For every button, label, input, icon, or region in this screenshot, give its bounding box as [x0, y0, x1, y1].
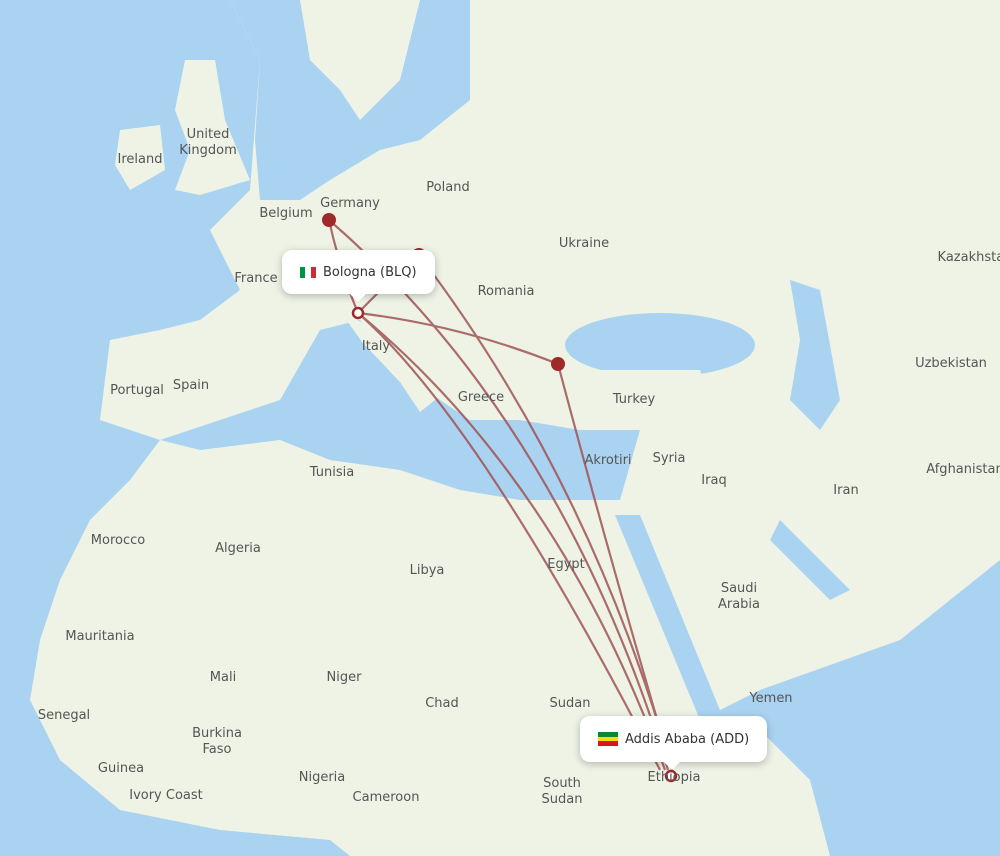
origin-marker[interactable]: [351, 306, 365, 320]
country-label: Tunisia: [309, 465, 355, 480]
country-label: Portugal: [110, 383, 164, 398]
airport-marker-istanbul[interactable]: [551, 357, 565, 371]
country-label: Poland: [426, 180, 470, 195]
country-label: Ethiopia: [647, 770, 701, 785]
country-label: Uzbekistan: [915, 356, 987, 371]
country-label: Belgium: [259, 206, 313, 221]
country-label: Iraq: [701, 473, 727, 488]
country-label: Burkina Faso: [192, 726, 242, 757]
country-label: Nigeria: [298, 770, 346, 785]
country-label: France: [234, 271, 278, 286]
country-label: Kazakhstan: [937, 250, 1000, 265]
country-label: Chad: [425, 696, 459, 711]
origin-callout[interactable]: Bologna (BLQ): [282, 250, 435, 302]
country-label: Germany: [320, 196, 380, 211]
country-label: Cameroon: [352, 790, 420, 805]
black-sea: [565, 313, 755, 377]
country-label: Afghanistan: [926, 462, 1000, 477]
country-label: Mali: [209, 670, 237, 685]
country-label: Spain: [172, 378, 210, 393]
map[interactable]: [0, 0, 1000, 856]
country-label: Ukraine: [558, 236, 610, 251]
country-label: Greece: [457, 390, 505, 405]
country-label: Syria: [652, 451, 686, 466]
country-label: Senegal: [37, 708, 91, 723]
country-label: Libya: [409, 563, 445, 578]
country-label: Ireland: [117, 152, 163, 167]
ethiopia-flag: [598, 732, 618, 747]
country-label: United Kingdom: [179, 127, 237, 158]
country-label: Iran: [833, 483, 859, 498]
country-label: Akrotiri: [584, 453, 632, 468]
country-label: Egypt: [547, 557, 585, 572]
destination-label: Addis Ababa (ADD): [625, 731, 750, 747]
country-label: Mauritania: [65, 629, 135, 644]
country-label: Yemen: [749, 691, 793, 706]
country-label: Romania: [477, 284, 535, 299]
country-label: Algeria: [215, 541, 261, 556]
country-label: Morocco: [90, 533, 146, 548]
country-label: Niger: [326, 670, 362, 685]
destination-callout[interactable]: Addis Ababa (ADD): [580, 716, 768, 770]
country-label: Italy: [361, 339, 391, 354]
origin-label: Bologna (BLQ): [323, 264, 417, 280]
country-label: Saudi Arabia: [717, 581, 761, 612]
country-label: Sudan: [549, 696, 591, 711]
airport-marker-frankfurt[interactable]: [322, 213, 336, 227]
country-label: Guinea: [97, 761, 145, 776]
country-label: Ivory Coast: [129, 788, 203, 803]
country-label: South Sudan: [541, 776, 583, 807]
country-label: Turkey: [612, 392, 656, 407]
italy-flag: [300, 266, 316, 278]
